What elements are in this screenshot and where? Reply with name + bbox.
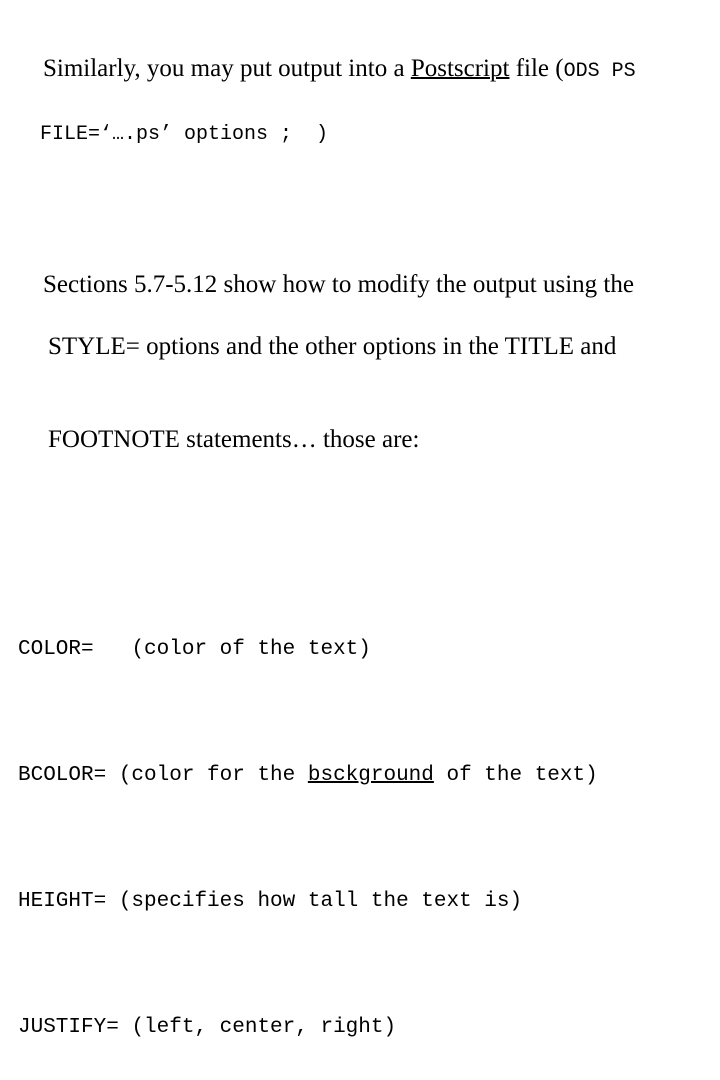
postscript-paragraph: Similarly, you may put output into a Pos… (18, 22, 720, 212)
option-description: (color for the (118, 763, 308, 787)
slide-canvas: Similarly, you may put output into a Pos… (0, 0, 720, 1039)
option-row-color: COLOR= (color of the text) (18, 634, 720, 666)
option-row-justify: JUSTIFY= (left, center, right) (18, 1012, 720, 1044)
sections-line-3: FOOTNOTE statements… those are: (48, 426, 420, 453)
option-keyword: HEIGHT= (18, 889, 107, 913)
postscript-lead-text-2: file (509, 55, 556, 82)
option-row-bcolor: BCOLOR= (color for the bsckground of the… (18, 760, 720, 792)
option-pad (94, 638, 132, 661)
option-underlined-term: bsckground (307, 763, 434, 787)
postscript-code-ods-ps: ODS PS (563, 60, 636, 83)
style-options-list: COLOR= (color of the text) BCOLOR= (colo… (18, 539, 720, 1080)
option-description-tail: of the text) (433, 763, 598, 787)
option-pad (106, 764, 119, 787)
option-description: (left, center, right) (131, 1015, 397, 1039)
sections-line-1: Sections 5.7-5.12 show how to modify the… (43, 271, 634, 298)
option-keyword: BCOLOR= (18, 763, 107, 787)
option-row-height: HEIGHT= (specifies how tall the text is) (18, 886, 720, 918)
postscript-lead-text-1: Similarly, you may put output into a (43, 55, 411, 82)
option-keyword: JUSTIFY= (18, 1015, 119, 1039)
sections-line-2: STYLE= options and the other options in … (48, 333, 617, 360)
option-pad (106, 890, 119, 913)
option-keyword: COLOR= (18, 637, 94, 661)
postscript-open-paren: ( (555, 55, 564, 82)
option-pad (119, 1016, 132, 1039)
sections-paragraph: Sections 5.7-5.12 show how to modify the… (18, 238, 718, 517)
postscript-code-file-options: FILE=‘….ps’ options ; ) (40, 123, 329, 146)
option-description: (color of the text) (131, 637, 371, 661)
option-description: (specifies how tall the text is) (118, 889, 523, 913)
postscript-underlined-word: Postscript (410, 55, 510, 82)
